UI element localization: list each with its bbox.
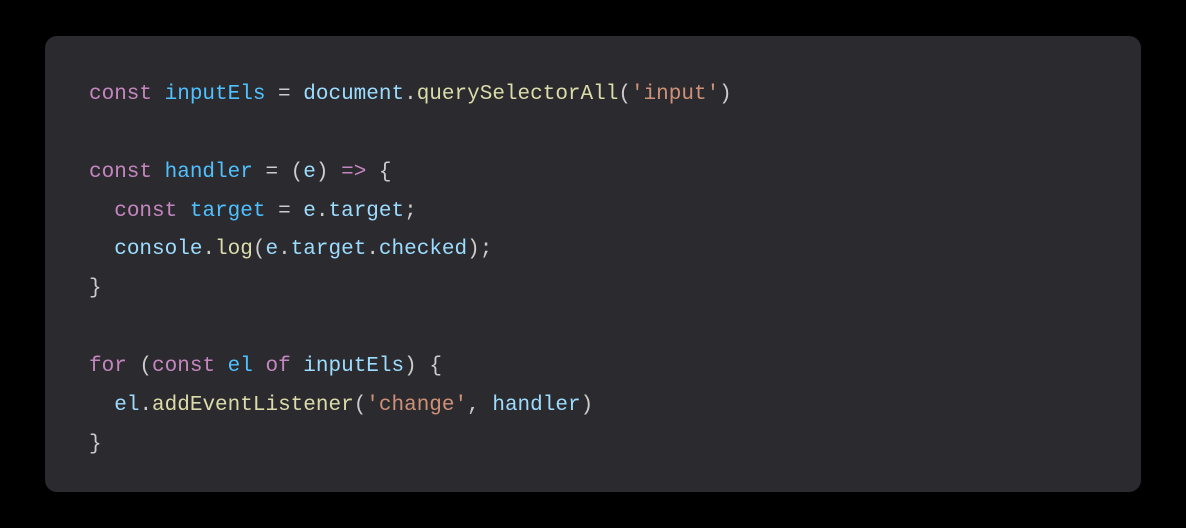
code-content: const inputEls = document.querySelectorA… — [89, 76, 1097, 464]
code-token: addEventListener — [152, 394, 354, 417]
code-token: e — [265, 238, 278, 261]
code-token: e — [303, 161, 316, 184]
code-token: target — [291, 238, 367, 261]
code-token: ( — [139, 355, 152, 378]
code-token: inputEls — [165, 83, 266, 106]
code-token: . — [366, 238, 379, 261]
code-token: ); — [467, 238, 492, 261]
code-token: 'change' — [366, 394, 467, 417]
code-token: target — [190, 200, 266, 223]
code-token: ) — [719, 83, 732, 106]
code-token: console — [114, 238, 202, 261]
code-token: handler — [165, 161, 253, 184]
code-token: ) — [316, 161, 341, 184]
code-token: const — [152, 355, 228, 378]
code-token — [89, 394, 114, 417]
code-token: = — [265, 83, 303, 106]
code-token: el — [228, 355, 253, 378]
code-token: handler — [492, 394, 580, 417]
code-token: target — [329, 200, 405, 223]
code-token: const — [114, 200, 190, 223]
code-token: , — [467, 394, 492, 417]
code-token — [89, 200, 114, 223]
code-token: for — [89, 355, 139, 378]
code-token: = — [265, 200, 303, 223]
code-token: . — [139, 394, 152, 417]
code-token: . — [316, 200, 329, 223]
code-token: . — [278, 238, 291, 261]
code-token: } — [89, 433, 102, 456]
code-token: const — [89, 83, 165, 106]
code-token — [89, 238, 114, 261]
code-token: e — [303, 200, 316, 223]
code-token: ; — [404, 200, 417, 223]
code-token: { — [366, 161, 391, 184]
code-token: 'input' — [631, 83, 719, 106]
code-token: ( — [354, 394, 367, 417]
code-token: of — [265, 355, 303, 378]
code-token: ( — [253, 238, 266, 261]
code-token: checked — [379, 238, 467, 261]
code-token: = ( — [253, 161, 303, 184]
code-token: . — [404, 83, 417, 106]
code-token: ( — [618, 83, 631, 106]
code-token: => — [341, 161, 366, 184]
code-token: . — [202, 238, 215, 261]
code-token: } — [89, 277, 102, 300]
code-block: const inputEls = document.querySelectorA… — [45, 36, 1141, 492]
code-token: ) { — [404, 355, 442, 378]
code-token: inputEls — [303, 355, 404, 378]
code-token — [253, 355, 266, 378]
code-token: document — [303, 83, 404, 106]
code-token: el — [114, 394, 139, 417]
code-token: const — [89, 161, 165, 184]
code-token: querySelectorAll — [417, 83, 619, 106]
code-token: log — [215, 238, 253, 261]
code-token: ) — [581, 394, 594, 417]
